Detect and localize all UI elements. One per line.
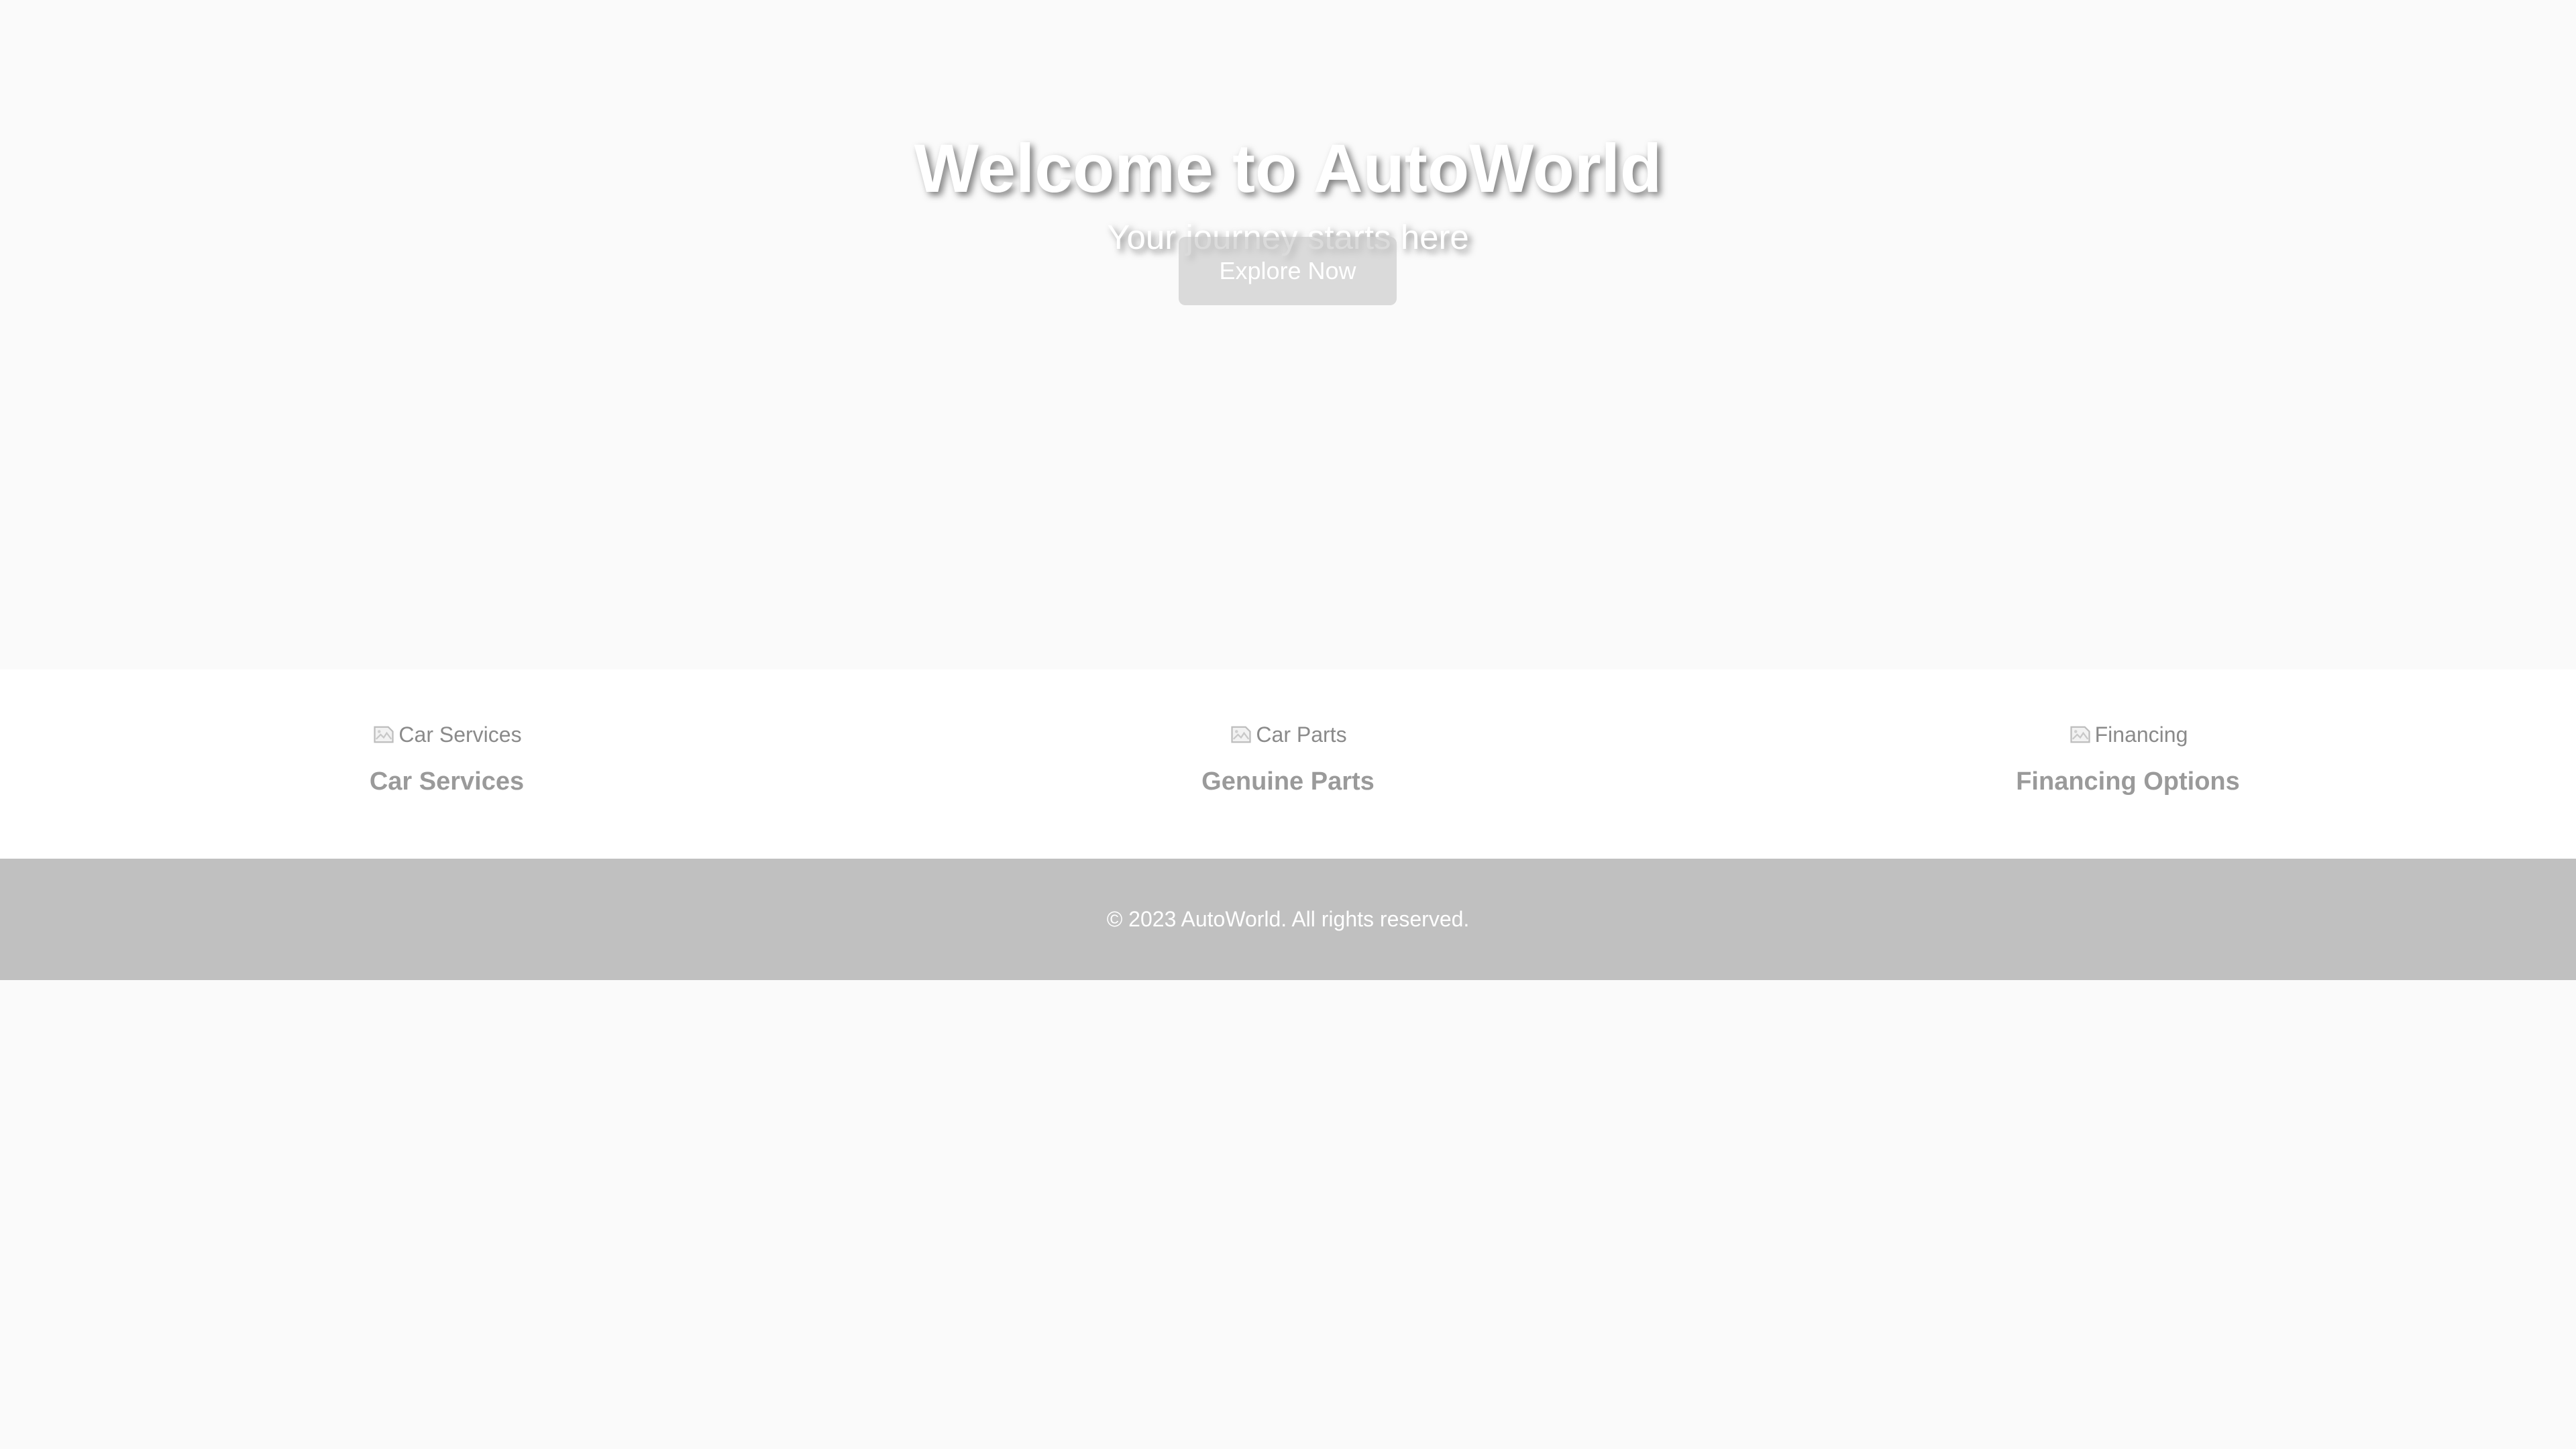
feature-title: Car Services [369,767,525,796]
feature-card-genuine-parts: Car Parts Genuine Parts [1120,716,1456,798]
hero-title: Welcome to AutoWorld [914,130,1662,207]
footer-copyright: © 2023 AutoWorld. All rights reserved. [1106,907,1470,931]
broken-image-icon [1231,726,1252,743]
feature-title: Genuine Parts [1201,767,1375,796]
broken-image-icon [2070,726,2090,743]
page: Welcome to AutoWorld Your journey starts… [0,0,2576,1449]
hero-section: Welcome to AutoWorld Your journey starts… [0,0,2576,669]
broken-image-icon [374,726,394,743]
feature-image-alt: Car Parts [1256,722,1347,747]
feature-image-car-services: Car Services [279,716,614,753]
features-section: Car Services Car Services Car Parts Genu… [0,669,2576,859]
feature-image-car-parts: Car Parts [1120,716,1456,753]
feature-title: Financing Options [2016,767,2240,796]
feature-image-alt: Financing [2094,722,2188,747]
explore-now-button[interactable]: Explore Now [1179,237,1397,305]
footer: © 2023 AutoWorld. All rights reserved. [0,859,2576,980]
feature-image-financing: Financing [1960,716,2296,753]
feature-card-car-services: Car Services Car Services [279,716,614,798]
feature-image-alt: Car Services [398,722,522,747]
feature-card-financing-options: Financing Financing Options [1960,716,2296,798]
